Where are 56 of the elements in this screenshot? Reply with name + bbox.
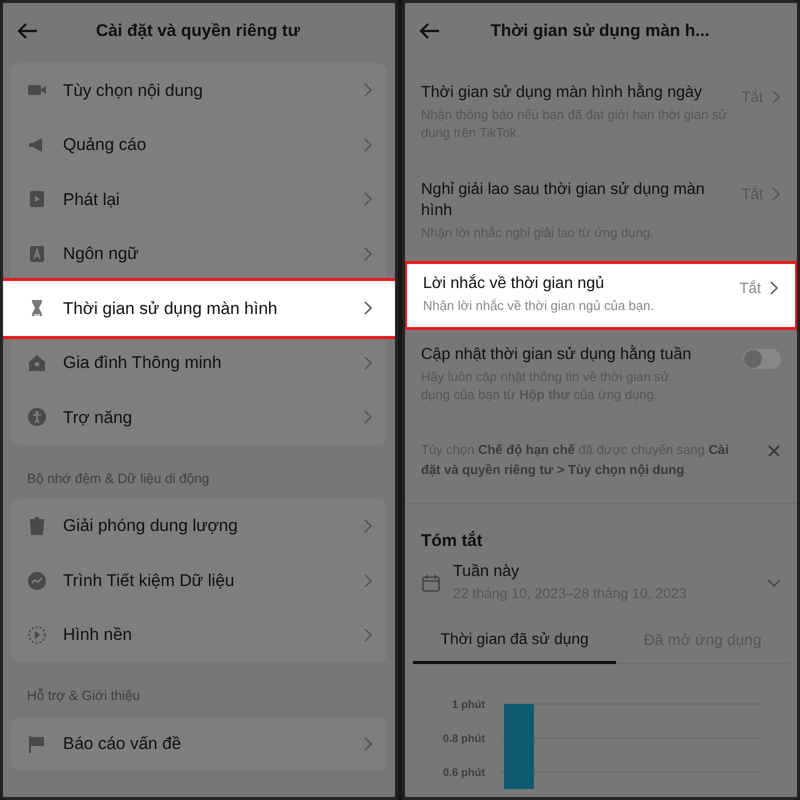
chevron-right-icon	[363, 574, 373, 588]
section-heading: Bộ nhớ đệm & Dữ liệu di động	[26, 470, 210, 488]
setting-title: Lời nhắc về thời gian ngủ	[423, 274, 606, 294]
chevron-right-icon	[771, 90, 781, 104]
settings-item-icon	[27, 734, 47, 754]
setting-title: Nghỉ giải lao sau thời gian sử dụng màn hình	[421, 180, 706, 221]
chevron-right-icon	[363, 628, 373, 642]
screen-title: Thời gian sử dụng màn h...	[490, 20, 710, 42]
settings-item[interactable]: Gia đình Thông minh	[11, 336, 387, 390]
settings-item[interactable]: Giải phóng dung lượng	[11, 498, 387, 554]
setting-row[interactable]: Lời nhắc về thời gian ngủ Nhận lời nhắc về thời gian ngủ của bạn. Tắt	[407, 264, 795, 327]
chevron-right-icon	[363, 246, 373, 261]
settings-item[interactable]: Trợ năng	[11, 390, 387, 444]
back-icon[interactable]	[419, 21, 441, 41]
chevron-right-icon	[363, 410, 373, 424]
chevron-down-icon	[767, 578, 781, 588]
settings-item[interactable]: Phát lại	[11, 172, 387, 226]
settings-item[interactable]: Ngôn ngữ	[11, 226, 387, 281]
calendar-icon	[421, 572, 441, 593]
settings-item-icon	[27, 189, 47, 210]
settings-item-icon	[27, 516, 47, 536]
settings-item[interactable]: Tùy chọn nội dung	[11, 63, 387, 118]
y-tick-label: 0.6 phút	[442, 767, 485, 780]
tab[interactable]: Thời gian đã sử dụng	[413, 620, 616, 664]
settings-item[interactable]: Trình Tiết kiệm Dữ liệu	[11, 553, 387, 608]
screen-title: Cài đặt và quyền riêng tư	[94, 20, 302, 42]
summary-title: Tóm tắt	[420, 530, 484, 552]
settings-item[interactable]: Hình nền	[11, 608, 387, 662]
y-tick-label: 1 phút	[452, 699, 485, 712]
chevron-right-icon	[363, 736, 373, 751]
y-tick-label: 0.8 phút	[442, 733, 485, 746]
setting-value: Tắt	[739, 278, 761, 299]
settings-item[interactable]: Thời gian sử dụng màn hình	[3, 281, 395, 336]
settings-item-icon	[27, 352, 47, 373]
settings-item[interactable]: Báo cáo vấn đề	[11, 716, 387, 771]
setting-title: Thời gian sử dụng màn hình hằng ngày	[421, 83, 703, 103]
chevron-right-icon	[363, 301, 373, 316]
chevron-right-icon	[363, 519, 373, 533]
settings-item-icon	[27, 625, 47, 645]
chevron-right-icon	[771, 187, 781, 202]
period-label: Tuần này	[453, 562, 520, 582]
chevron-right-icon	[363, 83, 373, 98]
chevron-right-icon	[363, 356, 373, 370]
chevron-right-icon	[363, 192, 373, 206]
setting-title: Cập nhật thời gian sử dụng hằng tuần	[421, 344, 692, 365]
chevron-right-icon	[769, 280, 779, 295]
settings-item[interactable]: Quảng cáo	[11, 118, 387, 172]
close-icon[interactable]	[767, 444, 781, 458]
settings-item-icon	[27, 244, 47, 264]
toggle-switch[interactable]	[743, 348, 781, 369]
chevron-right-icon	[363, 138, 373, 152]
settings-item-icon	[27, 407, 47, 428]
setting-description: Nhận lời nhắc về thời gian ngủ của bạn.	[423, 296, 655, 315]
back-icon[interactable]	[17, 21, 39, 41]
settings-item-icon	[27, 570, 47, 590]
section-heading: Hỗ trợ & Giới thiệu	[26, 687, 141, 706]
